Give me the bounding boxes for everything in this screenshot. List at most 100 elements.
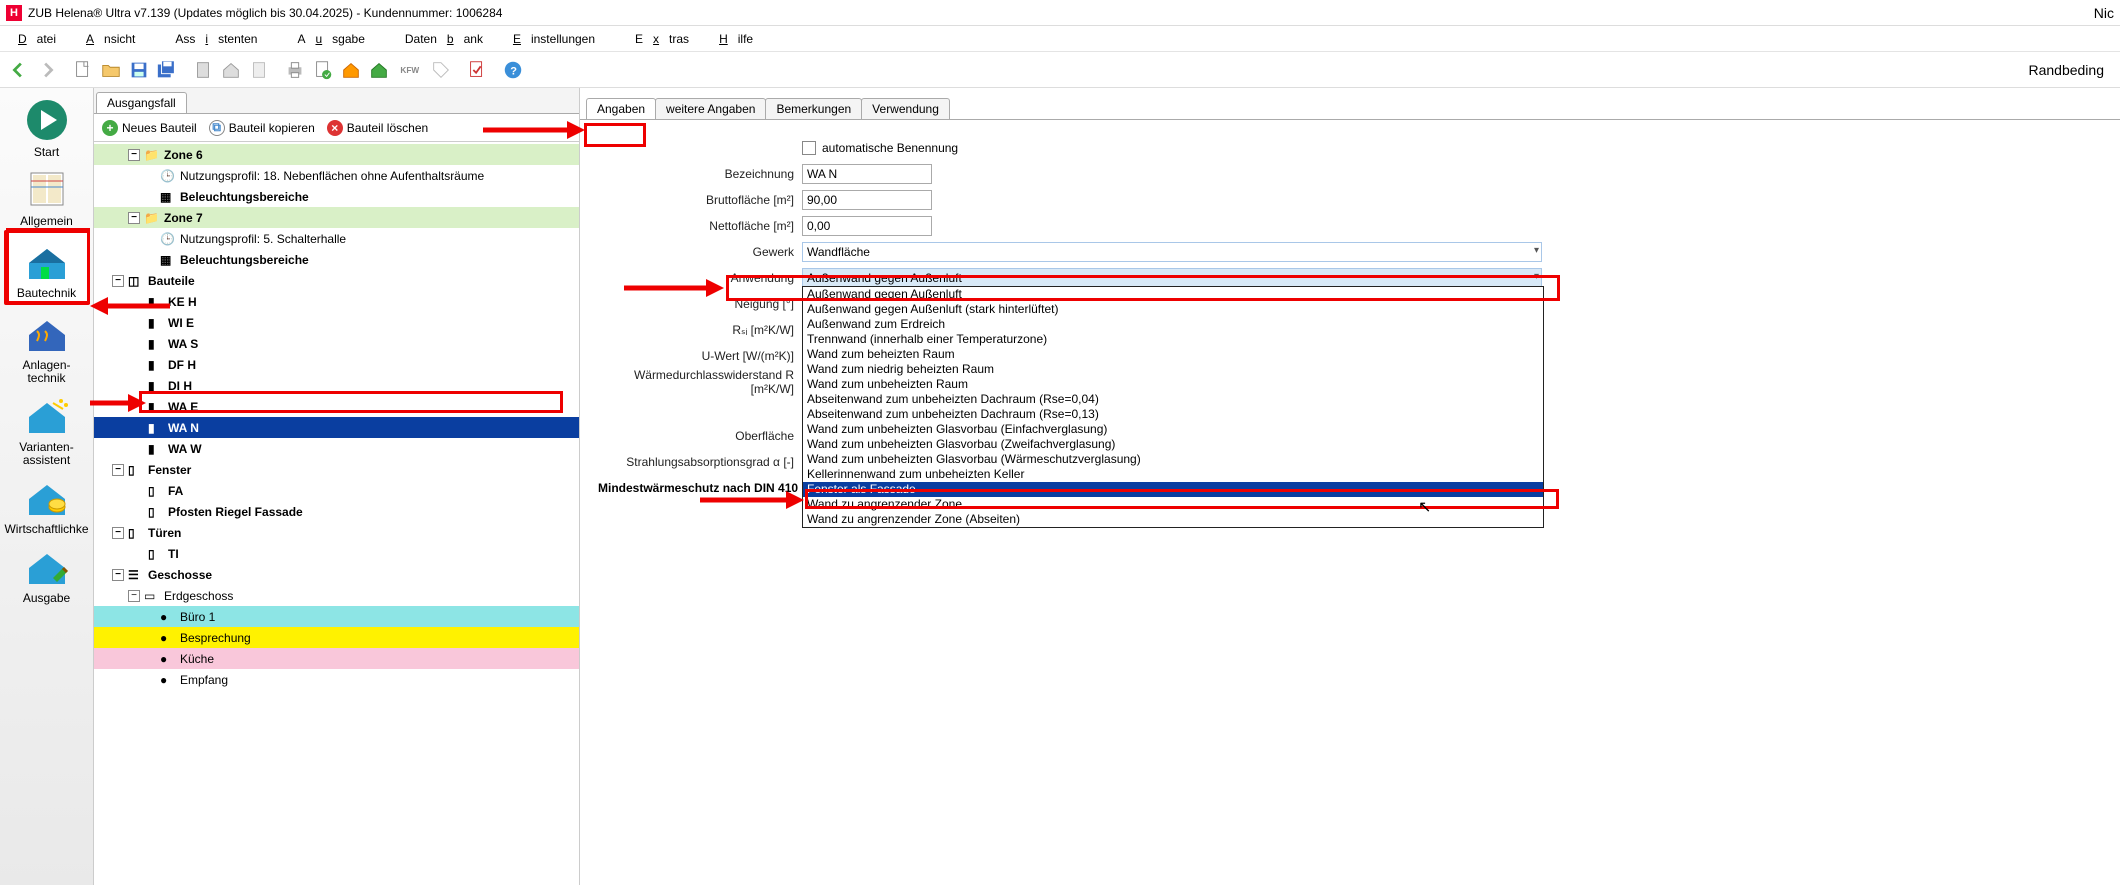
tree-node-beleucht1[interactable]: ▦Beleuchtungsbereiche — [94, 186, 579, 207]
tree-node-kueche[interactable]: ●Küche — [94, 648, 579, 669]
help-button[interactable]: ? — [500, 57, 526, 83]
tree-node-beleucht2[interactable]: ▦Beleuchtungsbereiche — [94, 249, 579, 270]
tree-node-pfosten[interactable]: ▯Pfosten Riegel Fassade — [94, 501, 579, 522]
menu-einstellungen[interactable]: Einstellungen — [503, 29, 615, 49]
tree-node-zone6-np[interactable]: 🕒Nutzungsprofil: 18. Nebenflächen ohne A… — [94, 165, 579, 186]
collapse-icon[interactable]: − — [112, 569, 124, 581]
tab-angaben[interactable]: Angaben — [586, 98, 656, 119]
anwendung-option[interactable]: Abseitenwand zum unbeheizten Dachraum (R… — [803, 392, 1543, 407]
tree-node-di-h[interactable]: ▮DI H — [94, 375, 579, 396]
gewerk-combo[interactable]: Wandfläche▾ — [802, 242, 1542, 262]
tree-node-besprechung[interactable]: ●Besprechung — [94, 627, 579, 648]
bruttoflaeche-input[interactable] — [802, 190, 932, 210]
anwendung-option[interactable]: Kellerinnenwand zum unbeheizten Keller — [803, 467, 1543, 482]
anwendung-dropdown[interactable]: Außenwand gegen AußenluftAußenwand gegen… — [802, 286, 1544, 528]
collapse-icon[interactable]: − — [112, 275, 124, 287]
sidebar-item-wirtschaftlichkeit[interactable]: Wirtschaftlichke — [4, 469, 90, 538]
anwendung-option[interactable]: Wand zum niedrig beheizten Raum — [803, 362, 1543, 377]
tree-node-wa-e[interactable]: ▮WA E — [94, 396, 579, 417]
menu-extras[interactable]: Extras — [615, 29, 709, 49]
anwendung-option[interactable]: Trennwand (innerhalb einer Temperaturzon… — [803, 332, 1543, 347]
auto-naming-checkbox[interactable] — [802, 141, 816, 155]
collapse-icon[interactable]: − — [112, 527, 124, 539]
house-green-button[interactable] — [366, 57, 392, 83]
tab-weitere-angaben[interactable]: weitere Angaben — [655, 98, 766, 119]
menu-ausgabe[interactable]: Ausgabe — [277, 29, 384, 49]
anwendung-option[interactable]: Wand zum unbeheizten Glasvorbau (Wärmesc… — [803, 452, 1543, 467]
anwendung-option[interactable]: Außenwand gegen Außenluft — [803, 287, 1543, 302]
print-button[interactable] — [282, 57, 308, 83]
doc-check-button[interactable] — [310, 57, 336, 83]
house-orange-button[interactable] — [338, 57, 364, 83]
anwendung-option[interactable]: Wand zum beheizten Raum — [803, 347, 1543, 362]
sidebar-item-start[interactable]: Start — [4, 92, 90, 161]
anwendung-option[interactable]: Außenwand gegen Außenluft (stark hinterl… — [803, 302, 1543, 317]
clipboard-button[interactable] — [190, 57, 216, 83]
menu-assistenten[interactable]: Assistenten — [155, 29, 277, 49]
tree-node-geschosse[interactable]: −☰Geschosse — [94, 564, 579, 585]
anwendung-option[interactable]: Wand zum unbeheizten Raum — [803, 377, 1543, 392]
nettoflaeche-input[interactable] — [802, 216, 932, 236]
auto-naming-label: automatische Benennung — [822, 141, 958, 155]
anwendung-option[interactable]: Außenwand zum Erdreich — [803, 317, 1543, 332]
tree-node-ke-h[interactable]: ▮KE H — [94, 291, 579, 312]
tree-node-wa-n[interactable]: ▮WA N — [94, 417, 579, 438]
copy-bauteil-button[interactable]: ⧉Bauteil kopieren — [205, 118, 319, 138]
menu-ansicht[interactable]: Ansicht — [76, 29, 155, 49]
anwendung-option[interactable]: Wand zum unbeheizten Glasvorbau (Einfach… — [803, 422, 1543, 437]
tree-node-fa[interactable]: ▯FA — [94, 480, 579, 501]
sidebar-item-allgemein[interactable]: Allgemein — [4, 161, 90, 230]
tree-node-buero1[interactable]: ●Büro 1 — [94, 606, 579, 627]
plus-icon: + — [102, 120, 118, 136]
tree-node-df-h[interactable]: ▮DF H — [94, 354, 579, 375]
tab-verwendung[interactable]: Verwendung — [861, 98, 950, 119]
menu-hilfe[interactable]: Hilfe — [709, 29, 773, 49]
anwendung-option[interactable]: Fenster als Fassade — [803, 482, 1543, 497]
validate-button[interactable] — [464, 57, 490, 83]
tab-bemerkungen[interactable]: Bemerkungen — [765, 98, 862, 119]
forward-button[interactable] — [34, 57, 60, 83]
kfw-button[interactable]: KFW — [394, 57, 426, 83]
tree-node-zone7-np[interactable]: 🕒Nutzungsprofil: 5. Schalterhalle — [94, 228, 579, 249]
sidebar-item-anlagentechnik[interactable]: Anlagen- technik — [4, 305, 90, 387]
tree-node-bauteile[interactable]: −◫Bauteile — [94, 270, 579, 291]
new-file-button[interactable] — [70, 57, 96, 83]
tree[interactable]: −📁Zone 6 🕒Nutzungsprofil: 18. Nebenfläch… — [94, 142, 579, 885]
menu-datei[interactable]: Datei — [8, 29, 76, 49]
open-file-button[interactable] — [98, 57, 124, 83]
tree-node-empfang[interactable]: ●Empfang — [94, 669, 579, 690]
anwendung-option[interactable]: Abseitenwand zum unbeheizten Dachraum (R… — [803, 407, 1543, 422]
sidebar-item-variantenassistent[interactable]: Varianten- assistent — [4, 387, 90, 469]
anwendung-option[interactable]: Wand zu angrenzender Zone — [803, 497, 1543, 512]
delete-bauteil-button[interactable]: ×Bauteil löschen — [323, 118, 432, 138]
tree-node-wa-s[interactable]: ▮WA S — [94, 333, 579, 354]
tag-button[interactable] — [428, 57, 454, 83]
tree-node-fenster[interactable]: −▯Fenster — [94, 459, 579, 480]
anwendung-option[interactable]: Wand zum unbeheizten Glasvorbau (Zweifac… — [803, 437, 1543, 452]
tree-node-erdgeschoss[interactable]: −▭Erdgeschoss — [94, 585, 579, 606]
tree-node-wa-w[interactable]: ▮WA W — [94, 438, 579, 459]
doc-grey-button[interactable] — [246, 57, 272, 83]
sidebar-item-bautechnik[interactable]: Bautechnik — [4, 230, 90, 305]
anwendung-combo[interactable]: Außenwand gegen Außenluft▾ — [802, 268, 1542, 288]
tree-node-tueren[interactable]: −▯Türen — [94, 522, 579, 543]
save-all-button[interactable] — [154, 57, 180, 83]
collapse-icon[interactable]: − — [128, 212, 140, 224]
tree-node-zone6[interactable]: −📁Zone 6 — [94, 144, 579, 165]
tree-node-zone7[interactable]: −📁Zone 7 — [94, 207, 579, 228]
house-heating-icon — [20, 309, 74, 357]
tree-node-wi-e[interactable]: ▮WI E — [94, 312, 579, 333]
house-grey-button[interactable] — [218, 57, 244, 83]
back-button[interactable] — [6, 57, 32, 83]
collapse-icon[interactable]: − — [128, 590, 140, 602]
tree-node-ti[interactable]: ▯TI — [94, 543, 579, 564]
sidebar-item-ausgabe[interactable]: Ausgabe — [4, 538, 90, 607]
tab-ausgangsfall[interactable]: Ausgangsfall — [96, 92, 187, 113]
anwendung-option[interactable]: Wand zu angrenzender Zone (Abseiten) — [803, 512, 1543, 527]
menu-datenbank[interactable]: Datenbank — [385, 29, 503, 49]
save-button[interactable] — [126, 57, 152, 83]
bezeichnung-input[interactable] — [802, 164, 932, 184]
collapse-icon[interactable]: − — [128, 149, 140, 161]
collapse-icon[interactable]: − — [112, 464, 124, 476]
new-bauteil-button[interactable]: +Neues Bauteil — [98, 118, 201, 138]
